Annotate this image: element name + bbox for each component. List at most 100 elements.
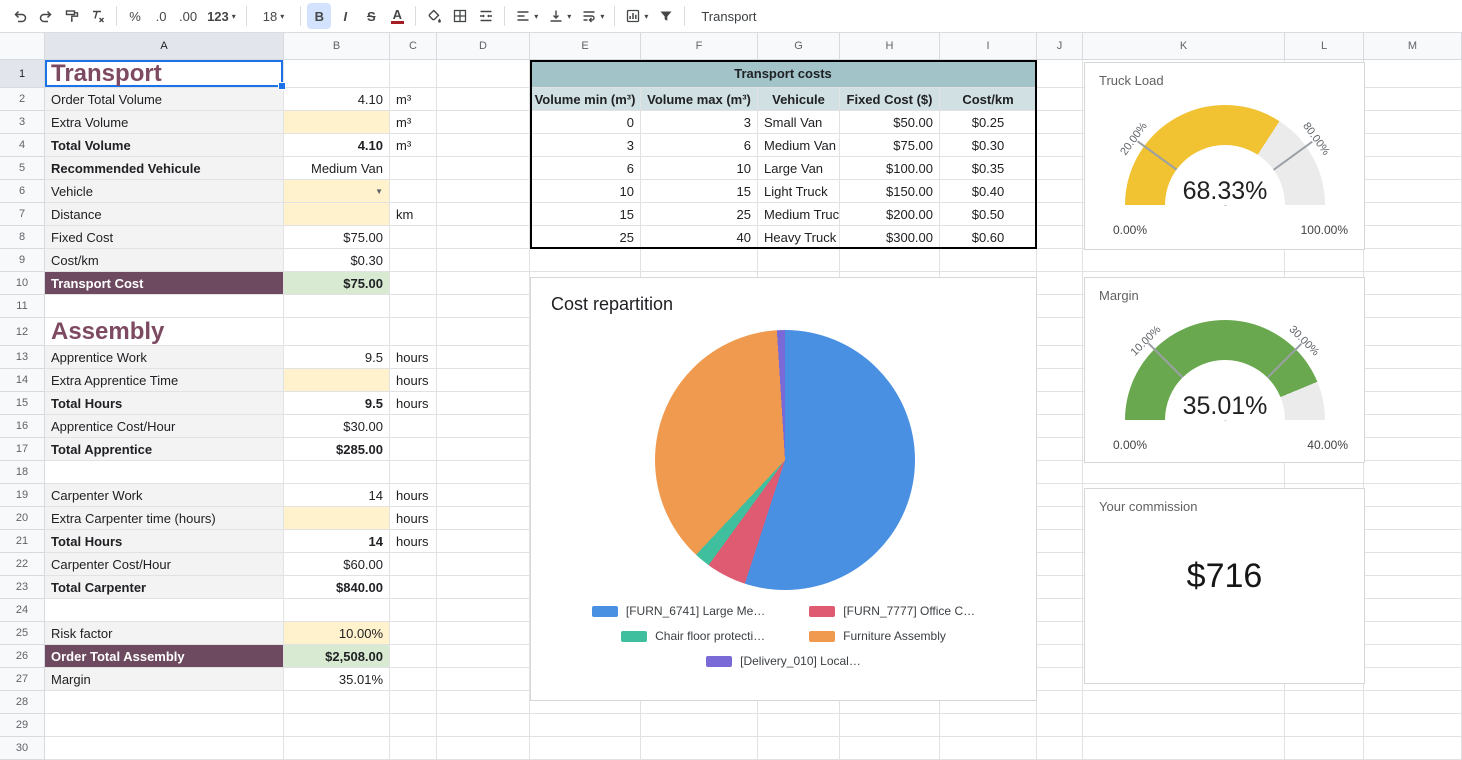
cell-C25[interactable] [390, 622, 437, 645]
cell-A27[interactable]: Margin [45, 668, 284, 691]
cell-M11[interactable] [1364, 295, 1462, 318]
cell-B25[interactable]: 10.00% [284, 622, 390, 645]
cell-J21[interactable] [1037, 530, 1083, 553]
cell-D13[interactable] [437, 346, 530, 369]
cell-A13[interactable]: Apprentice Work [45, 346, 284, 369]
horizontal-align-button[interactable]: ▾ [511, 3, 542, 29]
cell-C12[interactable] [390, 318, 437, 346]
cell-D12[interactable] [437, 318, 530, 346]
cell-B11[interactable] [284, 295, 390, 318]
cell-H2[interactable]: Fixed Cost ($) [840, 88, 940, 111]
row-header-3[interactable]: 3 [0, 111, 45, 134]
cell-M27[interactable] [1364, 668, 1462, 691]
cell-B13[interactable]: 9.5 [284, 346, 390, 369]
row-header-25[interactable]: 25 [0, 622, 45, 645]
cell-F8[interactable]: 40 [641, 226, 758, 249]
cell-A30[interactable] [45, 737, 284, 760]
cell-J7[interactable] [1037, 203, 1083, 226]
cell-B20[interactable] [284, 507, 390, 530]
cell-B2[interactable]: 4.10 [284, 88, 390, 111]
cell-D9[interactable] [437, 249, 530, 272]
cell-C13[interactable]: hours [390, 346, 437, 369]
cell-J8[interactable] [1037, 226, 1083, 249]
cell-B10[interactable]: $75.00 [284, 272, 390, 295]
cell-A1[interactable]: Transport [45, 60, 284, 88]
redo-button[interactable] [34, 3, 58, 29]
cell-I8[interactable]: $0.60 [940, 226, 1037, 249]
row-header-22[interactable]: 22 [0, 553, 45, 576]
cell-G4[interactable]: Medium Van [758, 134, 840, 157]
cell-F29[interactable] [641, 714, 758, 737]
col-header-B[interactable]: B [284, 33, 390, 60]
cell-F3[interactable]: 3 [641, 111, 758, 134]
cell-F7[interactable]: 25 [641, 203, 758, 226]
name-box[interactable]: Transport [701, 9, 756, 24]
cell-G29[interactable] [758, 714, 840, 737]
cell-J29[interactable] [1037, 714, 1083, 737]
row-header-19[interactable]: 19 [0, 484, 45, 507]
cell-J27[interactable] [1037, 668, 1083, 691]
row-header-1[interactable]: 1 [0, 60, 45, 88]
cell-A8[interactable]: Fixed Cost [45, 226, 284, 249]
clear-format-button[interactable] [86, 3, 110, 29]
cell-A26[interactable]: Order Total Assembly [45, 645, 284, 668]
cell-B19[interactable]: 14 [284, 484, 390, 507]
cell-H5[interactable]: $100.00 [840, 157, 940, 180]
strikethrough-button[interactable]: S [359, 3, 383, 29]
italic-button[interactable]: I [333, 3, 357, 29]
row-header-2[interactable]: 2 [0, 88, 45, 111]
cell-L29[interactable] [1285, 714, 1364, 737]
cell-I29[interactable] [940, 714, 1037, 737]
cell-J11[interactable] [1037, 295, 1083, 318]
cell-D23[interactable] [437, 576, 530, 599]
percent-button[interactable]: % [123, 3, 147, 29]
cell-C11[interactable] [390, 295, 437, 318]
cell-M25[interactable] [1364, 622, 1462, 645]
cell-D27[interactable] [437, 668, 530, 691]
cell-M28[interactable] [1364, 691, 1462, 714]
text-wrap-button[interactable]: ▾ [577, 3, 608, 29]
cell-M23[interactable] [1364, 576, 1462, 599]
cell-C15[interactable]: hours [390, 392, 437, 415]
cell-H7[interactable]: $200.00 [840, 203, 940, 226]
cell-J26[interactable] [1037, 645, 1083, 668]
cell-D30[interactable] [437, 737, 530, 760]
cell-J4[interactable] [1037, 134, 1083, 157]
decrease-decimal-button[interactable]: .0 [149, 3, 173, 29]
cell-B28[interactable] [284, 691, 390, 714]
col-header-K[interactable]: K [1083, 33, 1285, 60]
cell-G30[interactable] [758, 737, 840, 760]
cell-J24[interactable] [1037, 599, 1083, 622]
paint-format-button[interactable] [60, 3, 84, 29]
cell-A15[interactable]: Total Hours [45, 392, 284, 415]
cell-C6[interactable] [390, 180, 437, 203]
cell-K28[interactable] [1083, 691, 1285, 714]
row-header-10[interactable]: 10 [0, 272, 45, 295]
cell-J6[interactable] [1037, 180, 1083, 203]
cell-H29[interactable] [840, 714, 940, 737]
cell-J1[interactable] [1037, 60, 1083, 88]
cell-M17[interactable] [1364, 438, 1462, 461]
cell-C23[interactable] [390, 576, 437, 599]
cell-F4[interactable]: 6 [641, 134, 758, 157]
cell-G5[interactable]: Large Van [758, 157, 840, 180]
cell-D4[interactable] [437, 134, 530, 157]
cell-D29[interactable] [437, 714, 530, 737]
cell-M21[interactable] [1364, 530, 1462, 553]
cell-M3[interactable] [1364, 111, 1462, 134]
col-header-M[interactable]: M [1364, 33, 1462, 60]
cell-F6[interactable]: 15 [641, 180, 758, 203]
borders-button[interactable] [448, 3, 472, 29]
cell-A16[interactable]: Apprentice Cost/Hour [45, 415, 284, 438]
cell-C2[interactable]: m³ [390, 88, 437, 111]
cell-J2[interactable] [1037, 88, 1083, 111]
row-header-4[interactable]: 4 [0, 134, 45, 157]
cell-J12[interactable] [1037, 318, 1083, 346]
cell-D7[interactable] [437, 203, 530, 226]
cell-I6[interactable]: $0.40 [940, 180, 1037, 203]
row-header-17[interactable]: 17 [0, 438, 45, 461]
cell-L28[interactable] [1285, 691, 1364, 714]
cell-A6[interactable]: Vehicle [45, 180, 284, 203]
cell-J16[interactable] [1037, 415, 1083, 438]
cell-J25[interactable] [1037, 622, 1083, 645]
